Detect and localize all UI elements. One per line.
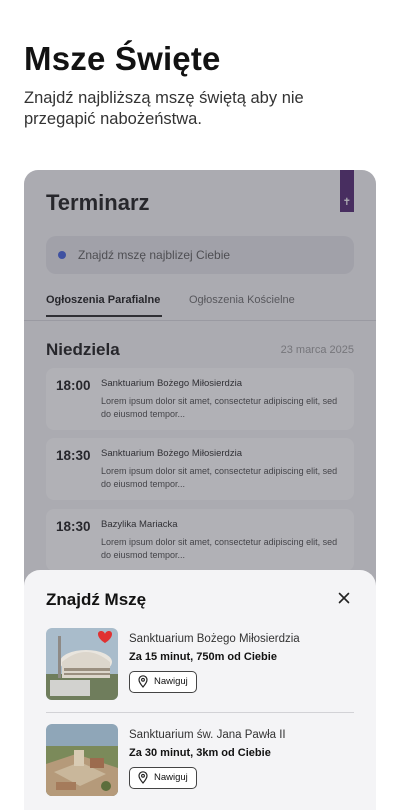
- navigate-button[interactable]: Nawiguj: [129, 767, 197, 789]
- place-distance: Za 15 minut, 750m od Ciebie: [129, 651, 277, 663]
- location-pin-icon: [138, 675, 148, 688]
- find-mass-sheet: Znajdź Mszę Sanktuarium Bożego Miłosierd…: [24, 570, 376, 810]
- location-pin-icon: [138, 771, 148, 784]
- navigate-label: Nawiguj: [154, 772, 188, 783]
- sheet-title: Znajdź Mszę: [46, 590, 147, 609]
- close-icon[interactable]: [336, 590, 352, 606]
- place-item[interactable]: Sanktuarium Bożego Miłosierdzia Za 15 mi…: [46, 628, 356, 702]
- page-title: Msze Święte: [24, 40, 221, 77]
- place-distance: Za 30 minut, 3km od Ciebie: [129, 747, 271, 759]
- place-photo: [46, 724, 118, 796]
- place-item[interactable]: Sanktuarium św. Jana Pawła II Za 30 minu…: [46, 724, 356, 798]
- place-name: Sanktuarium św. Jana Pawła II: [129, 729, 286, 741]
- navigate-label: Nawiguj: [154, 676, 188, 687]
- place-photo: [46, 628, 118, 700]
- page-subtitle: Znajdź najbliższą mszę świętą aby nie pr…: [24, 89, 304, 128]
- navigate-button[interactable]: Nawiguj: [129, 671, 197, 693]
- divider: [46, 712, 354, 713]
- place-name: Sanktuarium Bożego Miłosierdzia: [129, 633, 300, 645]
